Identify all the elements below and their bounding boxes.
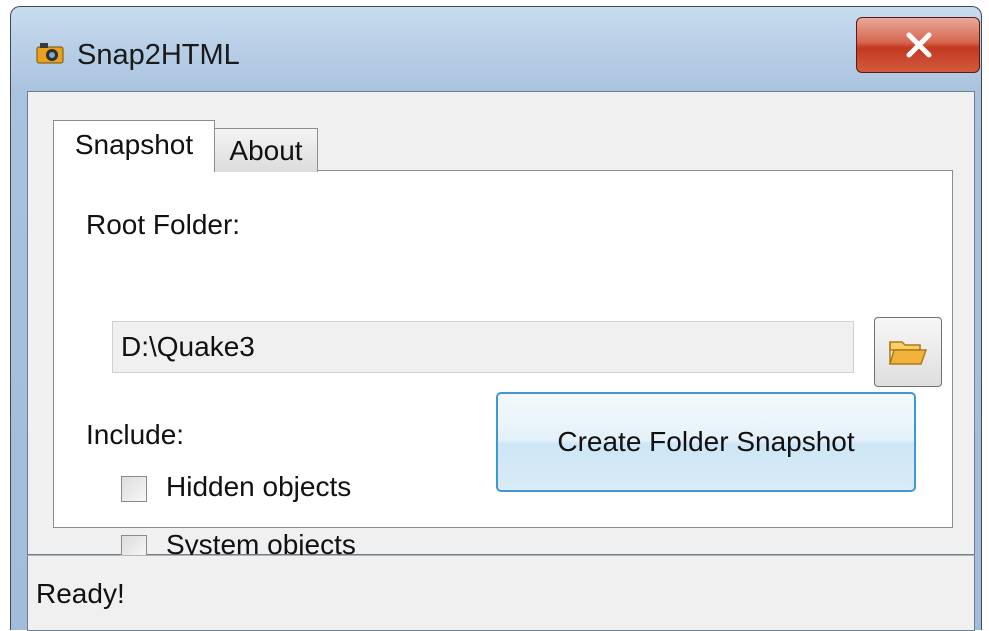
folder-open-icon (889, 341, 928, 365)
root-folder-label: Root Folder: (86, 209, 241, 240)
root-folder-input[interactable]: D:\Quake3 (112, 321, 854, 373)
hidden-objects-label: Hidden objects (166, 471, 352, 502)
status-text: Ready! (36, 578, 125, 609)
window-title: Snap2HTML (77, 39, 240, 71)
browse-folder-button[interactable] (874, 317, 942, 387)
close-icon (906, 32, 932, 58)
client-area: Root Folder: D:\Quake3 Include: Hidden o… (27, 91, 975, 561)
include-label: Include: (86, 419, 185, 450)
status-bar: Ready! (27, 555, 975, 631)
camera-icon (35, 37, 65, 67)
tab-about[interactable]: About (214, 128, 318, 172)
create-folder-snapshot-button[interactable]: Create Folder Snapshot (496, 392, 916, 492)
tab-snapshot[interactable]: Snapshot (53, 120, 215, 172)
app-window: Snap2HTML Root Folder: D:\Quake3 Include… (10, 6, 982, 631)
close-button[interactable] (856, 17, 980, 73)
hidden-objects-checkbox[interactable] (121, 476, 147, 502)
